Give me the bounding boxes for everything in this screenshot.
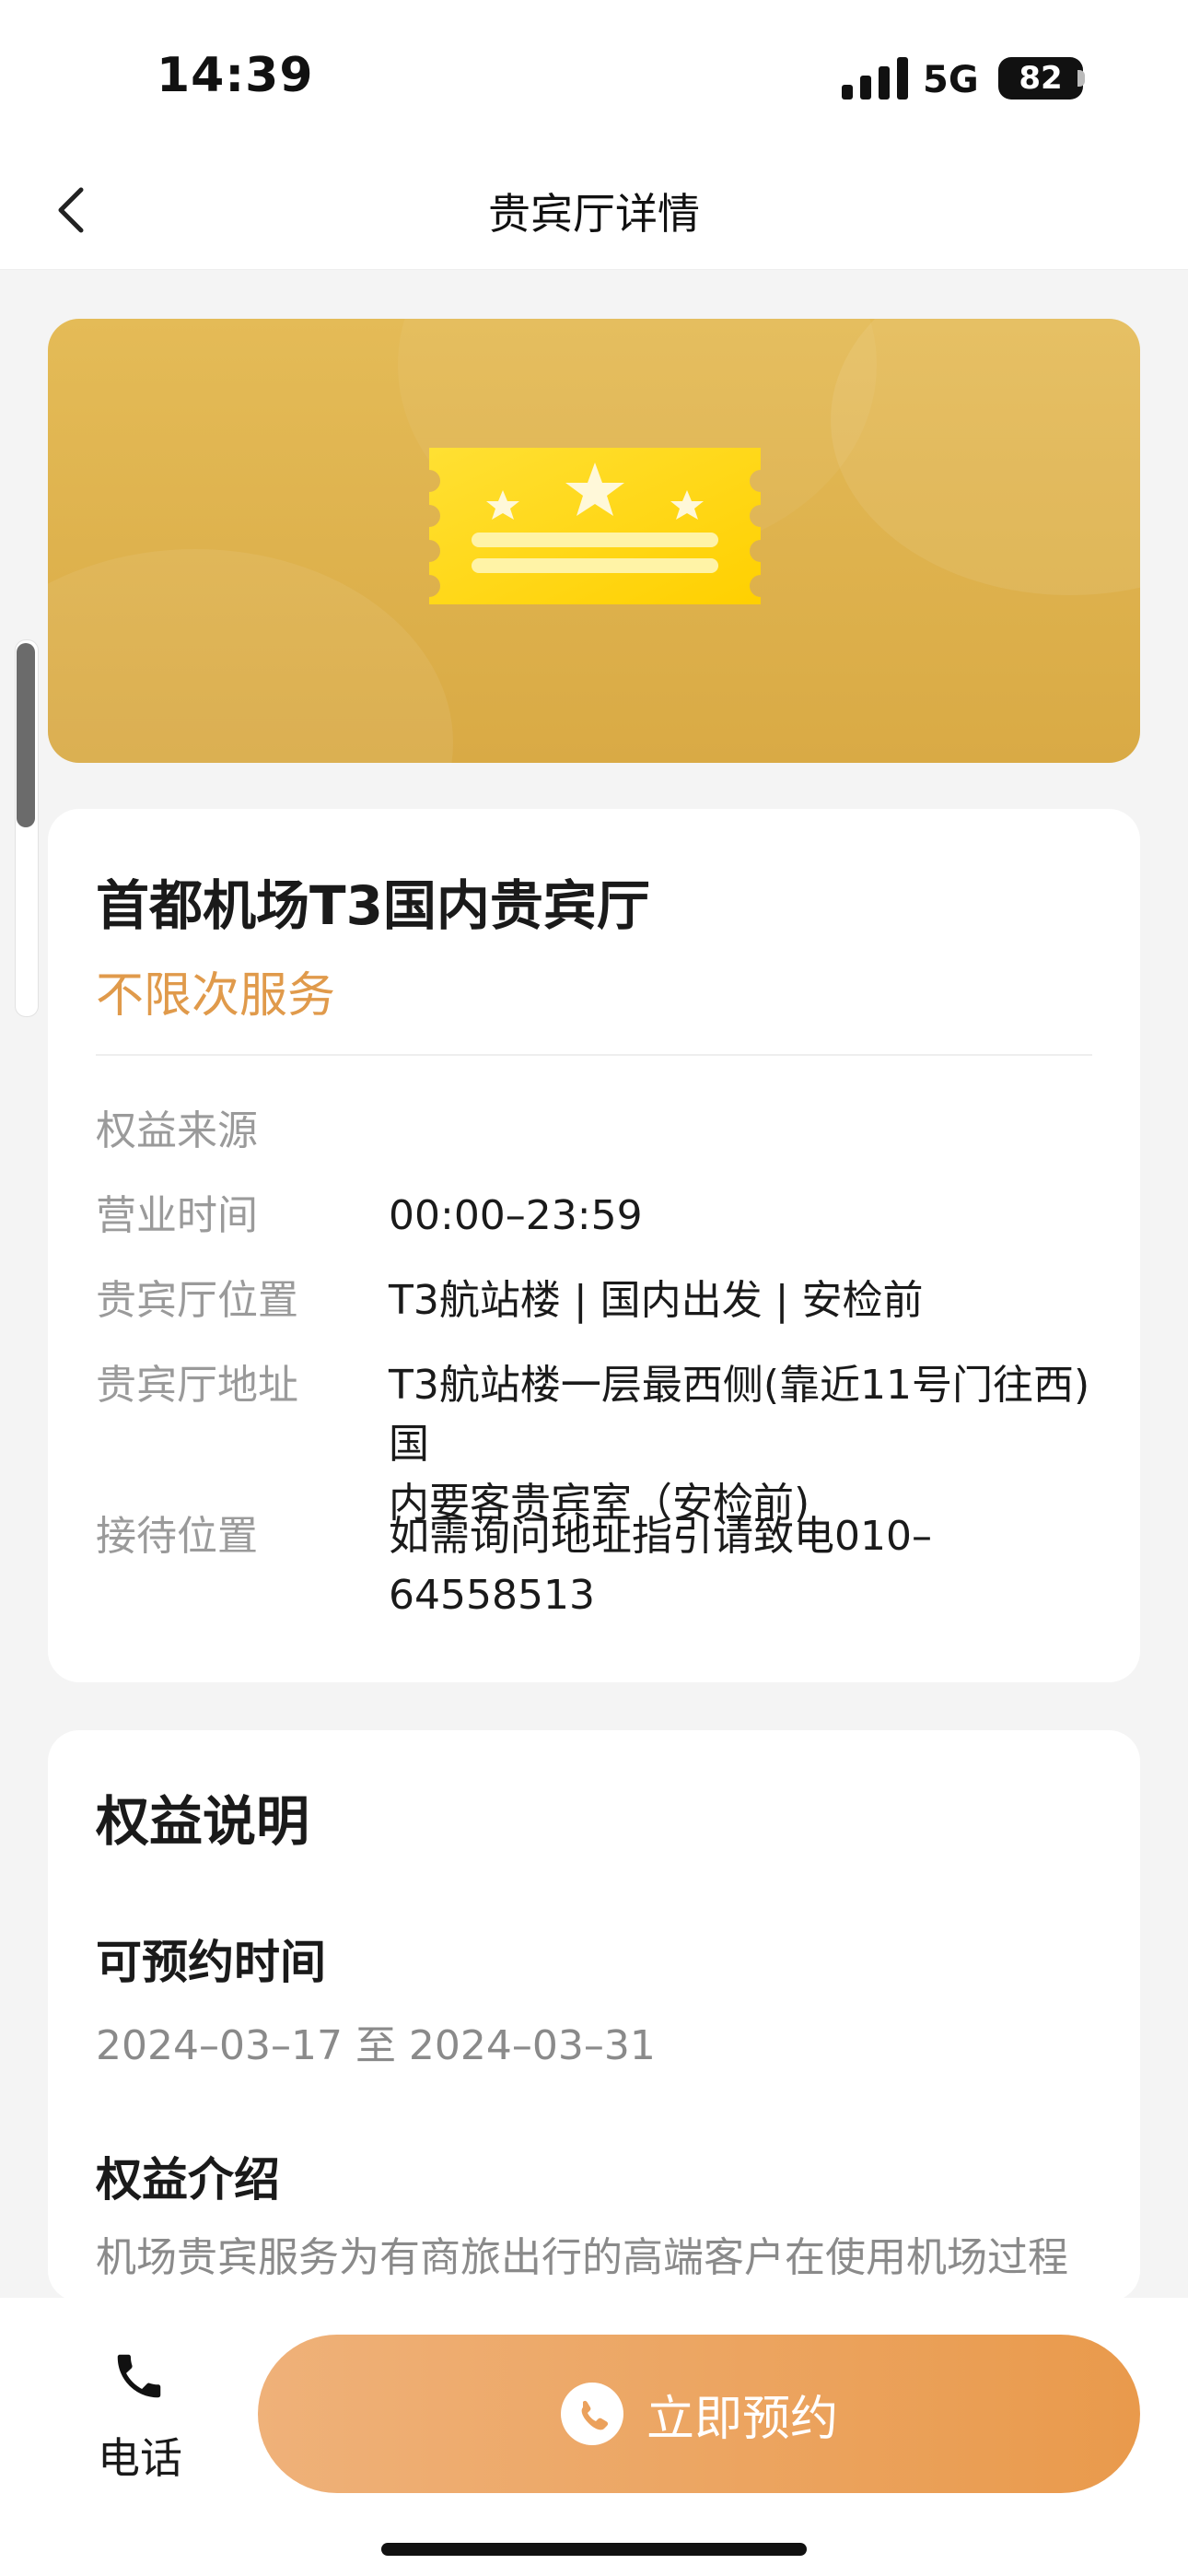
book-now-label: 立即预约 bbox=[646, 2392, 838, 2446]
nav-bar: 贵宾厅详情 bbox=[0, 157, 1188, 270]
section-title: 权益说明 bbox=[96, 1790, 310, 1853]
phone-icon bbox=[117, 2354, 161, 2398]
detail-value: T3航站楼 | 国内出发 | 安检前 bbox=[389, 1277, 924, 1324]
scrollbar-thumb[interactable] bbox=[17, 643, 35, 827]
address-line-1: T3航站楼一层最西侧(靠近11号门往西)国 bbox=[389, 1362, 1090, 1468]
booking-time-title: 可预约时间 bbox=[96, 1936, 326, 1989]
detail-label: 营业时间 bbox=[96, 1192, 258, 1239]
ticket-stars-icon bbox=[429, 448, 761, 604]
detail-label: 接待位置 bbox=[96, 1513, 258, 1560]
detail-label: 贵宾厅地址 bbox=[96, 1362, 298, 1409]
lounge-name: 首都机场T3国内贵宾厅 bbox=[96, 874, 650, 937]
signal-icon bbox=[842, 57, 908, 100]
book-now-button[interactable]: 立即预约 bbox=[258, 2335, 1140, 2493]
phone-call-icon bbox=[560, 2383, 623, 2445]
lounge-banner bbox=[48, 319, 1140, 763]
battery-indicator: 82 bbox=[998, 57, 1083, 100]
status-time: 14:39 bbox=[157, 48, 314, 103]
home-indicator bbox=[381, 2543, 807, 2556]
service-type: 不限次服务 bbox=[96, 968, 336, 1024]
page-title: 贵宾厅详情 bbox=[488, 189, 700, 239]
status-bar: 14:39 5G 82 bbox=[0, 0, 1188, 157]
battery-tip-icon bbox=[1077, 70, 1085, 87]
detail-label: 贵宾厅位置 bbox=[96, 1277, 298, 1324]
detail-label: 权益来源 bbox=[96, 1107, 258, 1154]
phone-label: 电话 bbox=[98, 2433, 182, 2483]
intro-title: 权益介绍 bbox=[96, 2153, 280, 2207]
booking-time-value: 2024–03–17 至 2024–03–31 bbox=[96, 2022, 656, 2069]
detail-value[interactable]: 如需询问地址指引请致电010–64558513 bbox=[389, 1507, 1092, 1625]
bottom-action-bar: 电话 立即预约 bbox=[0, 2298, 1188, 2576]
network-type: 5G bbox=[923, 59, 979, 101]
lounge-info-card: 首都机场T3国内贵宾厅 不限次服务 权益来源 营业时间 00:00–23:59 … bbox=[48, 809, 1140, 1682]
benefits-card: 权益说明 可预约时间 2024–03–17 至 2024–03–31 权益介绍 … bbox=[48, 1730, 1140, 2301]
intro-text: 机场贵宾服务为有商旅出行的高端客户在使用机场过程 bbox=[96, 2234, 1068, 2281]
detail-row-address: 贵宾厅地址 T3航站楼一层最西侧(靠近11号门往西)国 内要客贵宾室（安检前) bbox=[96, 1356, 1092, 1527]
divider bbox=[96, 1054, 1092, 1056]
detail-value: 00:00–23:59 bbox=[389, 1192, 643, 1239]
phone-button[interactable]: 电话 bbox=[85, 2348, 195, 2486]
